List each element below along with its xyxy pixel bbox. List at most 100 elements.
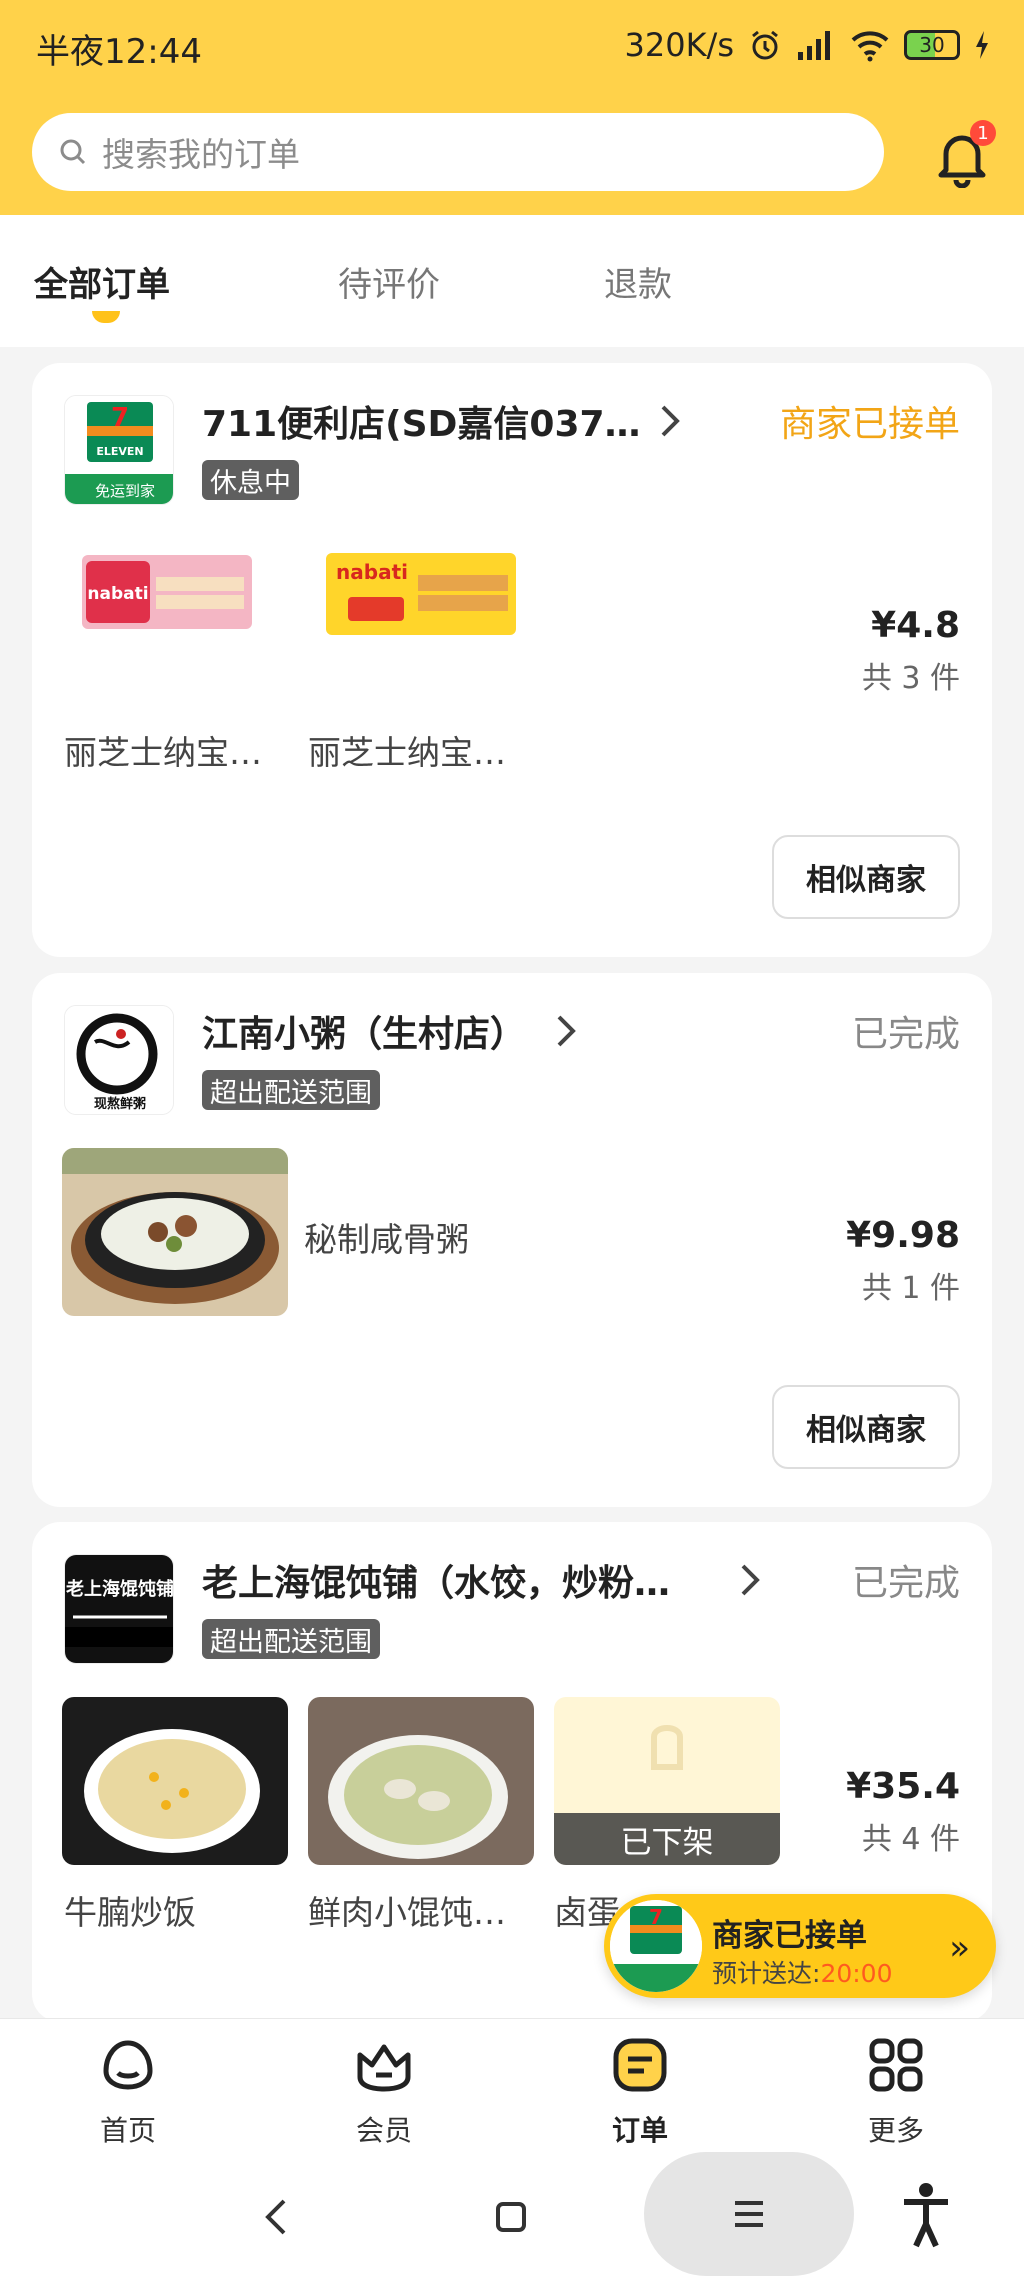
wonton-soup-image: [308, 1697, 534, 1865]
back-button[interactable]: [252, 2192, 302, 2242]
store-tag: 休息中: [202, 460, 299, 500]
tab-all-orders[interactable]: 全部订单: [34, 257, 170, 306]
nav-label: 会员: [355, 2114, 412, 2147]
search-icon: [60, 139, 86, 165]
wafer-pink-image: nabati: [64, 541, 264, 653]
status-bar: 半夜12:44 320K/s 30: [0, 0, 1024, 92]
nav-home[interactable]: 首页: [68, 2033, 188, 2149]
product-name: 牛腩炒饭: [64, 1893, 196, 1932]
product-image[interactable]: [308, 1697, 534, 1865]
status-time: 半夜12:44: [36, 32, 202, 72]
nav-more[interactable]: 更多: [836, 2033, 956, 2149]
svg-text:现熬鲜粥: 现熬鲜粥: [94, 1096, 146, 1112]
banner-title: 商家已接单: [712, 1918, 867, 1954]
home-button[interactable]: [486, 2192, 536, 2242]
square-icon: [496, 2202, 526, 2232]
fried-rice-image: [62, 1697, 288, 1865]
product-name: 丽芝士纳宝…: [308, 733, 506, 772]
tab-refund[interactable]: 退款: [604, 257, 672, 306]
header-bar: 半夜12:44 320K/s 30 搜索我的订单 1: [0, 0, 1024, 215]
order-card[interactable]: 7 ELEVEN 免运到家 711便利店(SD嘉信037… 商家已接单 休息中 …: [32, 363, 992, 957]
svg-text:7: 7: [111, 403, 129, 433]
svg-text:老上海馄饨铺: 老上海馄饨铺: [66, 1578, 174, 1600]
product-image[interactable]: [62, 1148, 288, 1316]
nav-label: 订单: [611, 2114, 668, 2147]
chevron-right-icon[interactable]: [554, 1013, 578, 1049]
store-name[interactable]: 老上海馄饨铺（水饺，炒粉…: [202, 1554, 670, 1606]
order-status: 商家已接单: [779, 404, 960, 445]
wonton-logo: 老上海馄饨铺: [65, 1555, 174, 1663]
store-name[interactable]: 711便利店(SD嘉信037…: [202, 395, 641, 447]
store-name[interactable]: 江南小粥（生村店）: [202, 1005, 526, 1057]
status-icons: 320K/s 30: [624, 24, 990, 66]
notification-badge: 1: [970, 120, 996, 146]
bottom-nav: 首页 会员 订单 更多: [0, 2018, 1024, 2158]
order-price: ¥35.4: [846, 1766, 960, 1807]
order-price: ¥4.8: [871, 605, 960, 646]
store-tag: 超出配送范围: [202, 1070, 380, 1110]
accessibility-icon[interactable]: [898, 2180, 954, 2250]
product-image[interactable]: nabati: [308, 541, 528, 653]
order-quantity: 共 1 件: [861, 1271, 960, 1306]
order-status: 已完成: [851, 1563, 960, 1604]
order-tabs: 全部订单 待评价 退款: [0, 215, 1024, 347]
product-name: 鲜肉小馄饨…: [308, 1893, 506, 1932]
notification-button[interactable]: 1: [934, 120, 996, 188]
double-chevron-icon[interactable]: »: [949, 1928, 970, 1968]
back-icon: [265, 2199, 286, 2235]
search-input[interactable]: 搜索我的订单: [32, 113, 884, 191]
svg-text:nabati: nabati: [336, 560, 408, 584]
menu-icon: [735, 2201, 763, 2227]
order-card[interactable]: 现熬鲜粥 江南小粥（生村店） 已完成 超出配送范围 秘制咸骨粥 ¥9.98 共 …: [32, 973, 992, 1507]
tab-pending-review[interactable]: 待评价: [338, 257, 440, 306]
chevron-right-icon[interactable]: [738, 1562, 762, 1598]
product-name: 丽芝士纳宝…: [64, 733, 262, 772]
store-logo-small: 7: [610, 1900, 702, 1992]
seven-eleven-logo: 7: [610, 1900, 702, 1992]
charging-icon: [976, 31, 988, 59]
product-name: 秘制咸骨粥: [304, 1220, 469, 1259]
order-quantity: 共 3 件: [861, 661, 960, 696]
store-logo-jiangnan[interactable]: 现熬鲜粥: [64, 1005, 174, 1115]
system-nav: [0, 2158, 1024, 2276]
order-quantity: 共 4 件: [861, 1822, 960, 1857]
porridge-logo: 现熬鲜粥: [65, 1006, 173, 1114]
tab-indicator: [92, 311, 120, 323]
store-logo-711[interactable]: 7 ELEVEN 免运到家: [64, 395, 174, 505]
home-icon: [103, 2040, 153, 2090]
recents-button[interactable]: [644, 2152, 854, 2276]
more-icon: [869, 2038, 923, 2092]
member-icon: [357, 2044, 411, 2092]
product-image[interactable]: [62, 1697, 288, 1865]
similar-stores-button[interactable]: 相似商家: [772, 1385, 960, 1469]
congee-image: [62, 1148, 288, 1316]
nav-label: 更多: [867, 2114, 924, 2147]
svg-text:nabati: nabati: [87, 584, 148, 604]
search-placeholder: 搜索我的订单: [102, 135, 300, 174]
network-speed: 320K/s: [624, 26, 734, 64]
nav-label: 首页: [99, 2114, 156, 2147]
unavailable-overlay: 已下架: [554, 1813, 780, 1865]
banner-eta: 预计送达:20:00: [712, 1954, 892, 1990]
store-logo-wonton[interactable]: 老上海馄饨铺: [64, 1554, 174, 1664]
orders-icon: [613, 2038, 667, 2092]
similar-stores-button[interactable]: 相似商家: [772, 835, 960, 919]
product-image[interactable]: nabati: [64, 541, 264, 653]
svg-text:ELEVEN: ELEVEN: [96, 445, 143, 458]
order-progress-banner[interactable]: 7 商家已接单 预计送达:20:00 »: [604, 1894, 996, 1998]
product-image-unavailable[interactable]: 已下架: [554, 1697, 780, 1865]
nav-orders[interactable]: 订单: [580, 2033, 700, 2149]
svg-text:免运到家: 免运到家: [95, 482, 155, 500]
chevron-right-icon[interactable]: [658, 403, 682, 439]
alarm-icon: [752, 30, 778, 60]
store-tag: 超出配送范围: [202, 1619, 380, 1659]
eta-time: 20:00: [820, 1959, 893, 1988]
wifi-icon: [851, 31, 889, 62]
wafer-yellow-image: nabati: [308, 541, 528, 653]
battery-icon: 30: [904, 30, 960, 60]
seven-eleven-logo: 7 ELEVEN 免运到家: [65, 396, 173, 504]
signal-icon: [798, 31, 830, 60]
order-price: ¥9.98: [846, 1215, 960, 1256]
nav-member[interactable]: 会员: [324, 2033, 444, 2149]
order-status: 已完成: [851, 1014, 960, 1055]
